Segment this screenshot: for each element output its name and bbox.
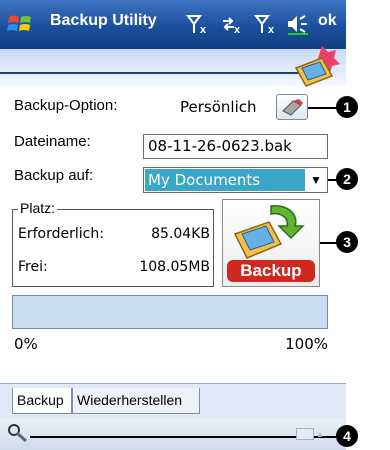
callout-1: 1	[336, 96, 358, 118]
required-value: 85.04KB	[151, 226, 210, 242]
progress-max-label: 100%	[285, 335, 328, 353]
filename-input[interactable]: 08-11-26-0623.bak	[143, 134, 328, 159]
tab-restore[interactable]: Wiederherstellen	[72, 388, 200, 414]
volume-icon[interactable]	[286, 13, 312, 39]
free-label: Frei:	[18, 259, 48, 275]
callout-1-line	[308, 107, 338, 109]
callout-2: 2	[336, 168, 358, 190]
backup-option-label: Backup-Option:	[14, 97, 118, 114]
backup-settings-icon	[282, 99, 303, 116]
header-divider	[0, 72, 300, 74]
phone-signal-off-icon[interactable]: x	[254, 13, 278, 39]
free-value: 108.05MB	[139, 259, 210, 275]
required-label: Erforderlich:	[18, 226, 104, 242]
chevron-down-icon[interactable]: ▼	[306, 169, 326, 191]
backup-option-value: Persönlich	[180, 98, 257, 116]
backup-option-settings-button[interactable]	[276, 94, 308, 120]
keyboard-arrow-icon[interactable]: ▲	[316, 430, 324, 439]
keyboard-icon[interactable]	[296, 428, 314, 440]
progress-min-label: 0%	[14, 335, 38, 353]
backup-app-icon	[292, 44, 342, 90]
filename-label: Dateiname:	[14, 133, 91, 150]
backup-to-selected-value: My Documents	[145, 169, 305, 191]
signal-off-icon[interactable]: x	[186, 13, 210, 39]
windows-start-icon[interactable]	[6, 12, 34, 36]
space-group-box	[12, 209, 214, 287]
callout-3: 3	[336, 231, 358, 253]
backup-icon	[233, 205, 305, 259]
backup-to-label: Backup auf:	[14, 167, 94, 184]
backup-button-label: Backup	[227, 260, 315, 282]
bottom-command-bar	[0, 419, 346, 450]
app-title: Backup Utility	[50, 12, 157, 29]
svg-text:x: x	[234, 24, 241, 35]
settings-icon[interactable]	[6, 422, 30, 449]
ok-button[interactable]: ok	[318, 12, 337, 30]
backup-to-dropdown[interactable]: My Documents ▼	[143, 167, 328, 193]
sync-off-icon[interactable]: x	[220, 13, 244, 39]
tab-backup[interactable]: Backup	[12, 388, 72, 414]
svg-text:x: x	[268, 24, 275, 35]
svg-text:x: x	[200, 24, 207, 35]
space-group-label: Platz:	[18, 200, 58, 216]
progress-bar	[12, 295, 328, 329]
callout-4: 4	[336, 425, 358, 447]
backup-button[interactable]: Backup	[222, 199, 320, 287]
callout-4-line	[30, 436, 336, 438]
